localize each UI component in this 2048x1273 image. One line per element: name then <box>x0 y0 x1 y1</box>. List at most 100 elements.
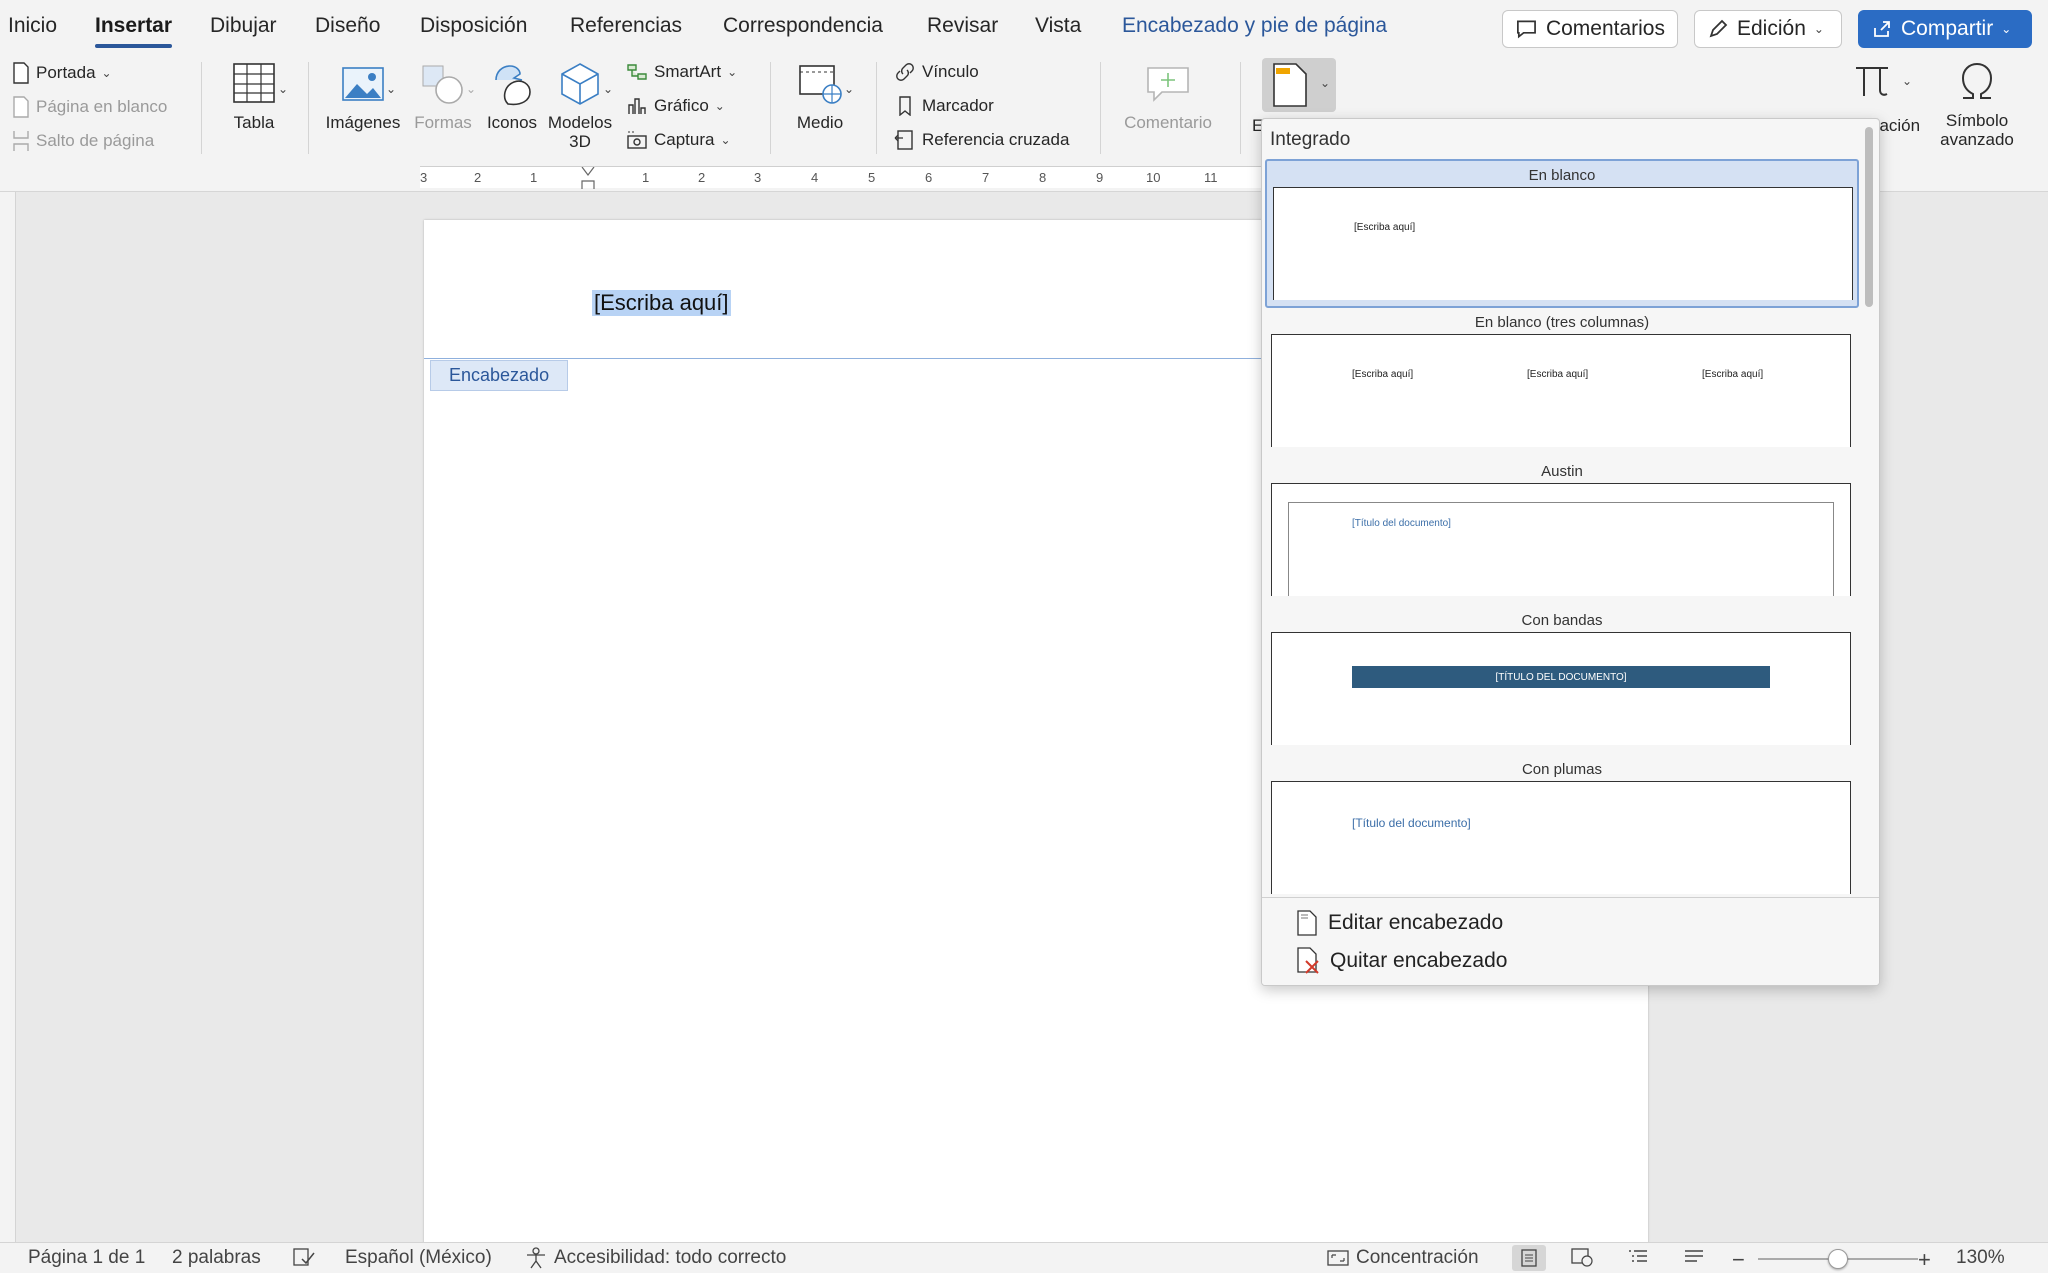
ribbon-separator <box>1100 62 1101 154</box>
chevron-down-icon: ⌄ <box>727 65 738 79</box>
editing-label: Edición <box>1737 17 1806 40</box>
tab-revisar[interactable]: Revisar <box>927 14 998 38</box>
outline-icon <box>1629 1250 1647 1262</box>
screenshot-label: Captura <box>654 130 715 149</box>
tab-insertar[interactable]: Insertar <box>95 14 173 48</box>
media-button[interactable]: Medio <box>782 60 858 132</box>
screenshot-button[interactable]: Captura ⌄ <box>626 130 731 150</box>
ruler-bar: 3 2 1 1 2 3 4 5 6 7 8 9 10 11 <box>420 166 1300 189</box>
tab-encabezado-pie[interactable]: Encabezado y pie de página <box>1122 14 1387 38</box>
gallery-item-con-plumas[interactable]: Con plumas [Título del documento] <box>1265 755 1859 904</box>
advanced-symbol-button[interactable]: Símbolo avanzado <box>1936 60 2018 149</box>
accessibility-icon <box>527 1247 545 1269</box>
indent-marker-icon[interactable] <box>580 167 596 189</box>
tab-inicio[interactable]: Inicio <box>8 14 57 38</box>
3d-models-button[interactable]: Modelos 3D <box>544 60 616 151</box>
gallery-item-tres-columnas[interactable]: En blanco (tres columnas) [Escriba aquí]… <box>1265 308 1859 457</box>
comments-button[interactable]: Comentarios <box>1502 10 1678 48</box>
icons-button[interactable]: Iconos <box>480 60 544 132</box>
link-icon <box>896 63 914 81</box>
comment-insert-button[interactable]: Comentario <box>1116 60 1220 132</box>
tab-vista[interactable]: Vista <box>1035 14 1081 38</box>
preview-text: [Escriba aquí] <box>1352 369 1414 380</box>
tab-referencias[interactable]: Referencias <box>570 14 682 38</box>
ruler-number: 9 <box>1096 170 1104 185</box>
proofing-icon[interactable] <box>292 1247 316 1267</box>
table-button[interactable]: Tabla <box>218 60 290 132</box>
print-layout-icon <box>1521 1249 1537 1267</box>
focus-button[interactable]: Concentración <box>1326 1247 1479 1269</box>
outline-view-button[interactable] <box>1626 1247 1650 1267</box>
header-gallery-dropdown: Integrado En blanco [Escriba aquí] En bl… <box>1261 118 1880 986</box>
page-break-icon <box>13 131 29 151</box>
language[interactable]: Español (México) <box>345 1247 492 1269</box>
cube-icon <box>561 63 599 105</box>
section-title: Integrado <box>1270 129 1351 150</box>
tab-correspondencia[interactable]: Correspondencia <box>723 14 883 38</box>
editing-button[interactable]: Edición ⌄ <box>1694 10 1842 48</box>
shapes-button[interactable]: Formas <box>408 60 478 132</box>
blank-page-button[interactable]: Página en blanco <box>12 96 167 118</box>
menu-tabs: Inicio Insertar Dibujar Diseño Disposici… <box>0 0 2048 54</box>
chart-button[interactable]: Gráfico ⌄ <box>626 96 725 116</box>
tab-diseno[interactable]: Diseño <box>315 14 380 38</box>
icons-icon <box>495 65 531 106</box>
gallery-preview: [Escriba aquí] [Escriba aquí] [Escriba a… <box>1271 334 1851 447</box>
page-break-button[interactable]: Salto de página <box>12 130 154 152</box>
share-label: Compartir <box>1901 17 1994 40</box>
cover-page-button[interactable]: Portada ⌄ <box>12 62 112 84</box>
equation-button[interactable]: ⌄ <box>1850 58 1930 114</box>
cover-page-label: Portada <box>36 63 96 82</box>
zoom-level[interactable]: 130% <box>1956 1247 2005 1269</box>
draft-view-button[interactable] <box>1682 1247 1706 1267</box>
zoom-out-button[interactable]: − <box>1732 1247 1745 1273</box>
header-button[interactable]: ⌄ <box>1262 58 1336 112</box>
edit-header-item[interactable]: Editar encabezado <box>1296 910 1503 936</box>
3d-models-label-1: Modelos <box>547 113 613 132</box>
ribbon-separator <box>770 62 771 154</box>
ruler-number: 5 <box>868 170 876 185</box>
header-text[interactable]: [Escriba aquí] <box>592 290 731 316</box>
page-icon <box>13 62 29 84</box>
preview-text: [Título del documento] <box>1352 816 1471 830</box>
gallery-preview: [Título del documento] <box>1271 483 1851 596</box>
chevron-down-icon: ⌄ <box>101 66 112 80</box>
zoom-slider-thumb[interactable] <box>1828 1249 1848 1269</box>
table-icon <box>233 63 275 103</box>
web-layout-view-button[interactable] <box>1570 1247 1594 1267</box>
remove-header-item[interactable]: Quitar encabezado <box>1296 947 1507 975</box>
gallery-item-austin[interactable]: Austin [Título del documento] <box>1265 457 1859 606</box>
blank-page-label: Página en blanco <box>36 97 168 116</box>
ruler-number: 2 <box>698 170 706 185</box>
gallery-preview: [TÍTULO DEL DOCUMENTO] <box>1271 632 1851 745</box>
accessibility-label: Accesibilidad: todo correcto <box>554 1247 787 1268</box>
focus-icon <box>1327 1250 1349 1266</box>
gallery-item-con-bandas[interactable]: Con bandas [TÍTULO DEL DOCUMENTO] <box>1265 606 1859 755</box>
word-count[interactable]: 2 palabras <box>172 1247 261 1269</box>
bookmark-button[interactable]: Marcador <box>894 96 994 116</box>
gallery-scrollbar[interactable] <box>1865 127 1873 307</box>
gallery-item-title: En blanco (tres columnas) <box>1474 314 1650 331</box>
gallery-item-title: Con plumas <box>1521 761 1603 778</box>
web-layout-icon <box>1571 1248 1593 1267</box>
zoom-in-button[interactable]: + <box>1918 1247 1931 1273</box>
print-layout-view-button[interactable] <box>1512 1245 1546 1271</box>
link-button[interactable]: Vínculo <box>894 62 979 82</box>
preview-border <box>1288 502 1834 596</box>
chart-label: Gráfico <box>654 96 709 115</box>
cross-reference-label: Referencia cruzada <box>922 130 1070 149</box>
smartart-button[interactable]: SmartArt ⌄ <box>626 62 737 82</box>
share-button[interactable]: Compartir ⌄ <box>1858 10 2032 48</box>
tab-dibujar[interactable]: Dibujar <box>210 14 277 38</box>
ribbon-separator <box>201 62 202 154</box>
cross-reference-button[interactable]: Referencia cruzada <box>894 130 1069 150</box>
page-count[interactable]: Página 1 de 1 <box>28 1247 145 1269</box>
edit-header-label: Editar encabezado <box>1328 911 1504 934</box>
bookmark-icon <box>899 96 911 116</box>
status-bar: Página 1 de 1 2 palabras Español (México… <box>0 1242 2048 1273</box>
share-icon <box>1874 21 1890 37</box>
tab-disposicion[interactable]: Disposición <box>420 14 527 38</box>
gallery-item-en-blanco[interactable]: En blanco [Escriba aquí] <box>1265 159 1859 308</box>
accessibility-status[interactable]: Accesibilidad: todo correcto <box>524 1247 786 1269</box>
images-button[interactable]: Imágenes <box>322 60 404 132</box>
